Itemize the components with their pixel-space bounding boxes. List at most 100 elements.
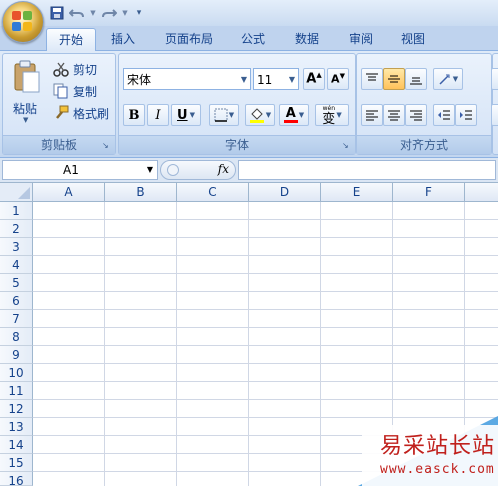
formula-bar: A1 ▼ fx bbox=[0, 158, 498, 183]
column-header-b[interactable]: B bbox=[105, 183, 177, 202]
tab-home[interactable]: 开始 bbox=[46, 28, 96, 51]
alignment-group: ▼ 对齐方式 bbox=[356, 53, 492, 155]
align-bottom-button[interactable] bbox=[405, 68, 427, 90]
column-header-e[interactable]: E bbox=[321, 183, 393, 202]
row-header[interactable]: 2 bbox=[0, 220, 33, 238]
tab-view[interactable]: 视图 bbox=[390, 28, 436, 50]
bold-button[interactable]: B bbox=[123, 104, 145, 126]
formula-bar-handle-icon[interactable] bbox=[167, 164, 179, 176]
column-header-g-partial[interactable] bbox=[465, 183, 498, 202]
formula-input[interactable] bbox=[238, 160, 496, 180]
chevron-down-icon: ▼ bbox=[240, 75, 247, 84]
chevron-down-icon: ▼ bbox=[146, 165, 153, 174]
copy-label: 复制 bbox=[73, 84, 98, 99]
chevron-down-icon: ▼ bbox=[298, 111, 305, 119]
align-top-icon bbox=[366, 73, 378, 81]
decrease-indent-icon bbox=[438, 110, 450, 120]
row-header[interactable]: 8 bbox=[0, 328, 33, 346]
row-header[interactable]: 10 bbox=[0, 364, 33, 382]
quick-access-toolbar: ▼ ▼ ▾ bbox=[48, 3, 146, 23]
row-header[interactable]: 9 bbox=[0, 346, 33, 364]
clipboard-group-label: 剪贴板 bbox=[3, 135, 115, 154]
ribbon: 粘贴 ▼ 剪切 复制 格式刷 剪贴板 ↘ 宋体 ▼ 11 ▼ A▲ A▼ B I… bbox=[0, 51, 498, 158]
clipboard-group: 粘贴 ▼ 剪切 复制 格式刷 剪贴板 ↘ bbox=[2, 53, 116, 155]
office-logo-icon bbox=[12, 11, 34, 33]
customize-qat-button[interactable]: ▾ bbox=[132, 4, 146, 22]
font-family-combo[interactable]: 宋体 ▼ bbox=[123, 68, 251, 90]
increase-indent-button[interactable] bbox=[455, 104, 477, 126]
row-header[interactable]: 13 bbox=[0, 418, 33, 436]
tab-insert[interactable]: 插入 bbox=[100, 28, 146, 50]
column-header-a[interactable]: A bbox=[33, 183, 105, 202]
format-painter-button[interactable]: 格式刷 bbox=[53, 102, 109, 124]
cut-label: 剪切 bbox=[73, 62, 98, 77]
insert-function-button[interactable]: fx bbox=[218, 162, 229, 176]
tab-page-layout[interactable]: 页面布局 bbox=[154, 28, 224, 50]
align-left-icon bbox=[366, 110, 378, 121]
merge-button[interactable] bbox=[491, 104, 498, 126]
decrease-indent-button[interactable] bbox=[433, 104, 455, 126]
select-all-corner[interactable] bbox=[0, 183, 33, 202]
tab-formulas[interactable]: 公式 bbox=[230, 28, 276, 50]
undo-button[interactable] bbox=[68, 4, 86, 22]
font-launcher-icon[interactable]: ↘ bbox=[342, 141, 352, 151]
fill-color-button[interactable]: ▼ bbox=[245, 104, 275, 126]
font-color-button[interactable]: A ▼ bbox=[279, 104, 309, 126]
shrink-font-button[interactable]: A▼ bbox=[327, 68, 349, 90]
row-header[interactable]: 15 bbox=[0, 454, 33, 472]
borders-button[interactable]: ▼ bbox=[209, 104, 239, 126]
font-size-combo[interactable]: 11 ▼ bbox=[253, 68, 299, 90]
row-header[interactable]: 3 bbox=[0, 238, 33, 256]
redo-button[interactable] bbox=[100, 4, 118, 22]
align-center-icon bbox=[388, 110, 400, 121]
save-icon bbox=[50, 6, 64, 20]
text-orientation-icon bbox=[439, 74, 450, 85]
row-header[interactable]: 14 bbox=[0, 436, 33, 454]
column-header-d[interactable]: D bbox=[249, 183, 321, 202]
italic-button[interactable]: I bbox=[147, 104, 169, 126]
row-header[interactable]: 1 bbox=[0, 202, 33, 220]
scissors-icon bbox=[53, 62, 69, 77]
paste-dropdown-icon: ▼ bbox=[23, 116, 29, 124]
phonetic-button[interactable]: wén 变 ▼ bbox=[315, 104, 349, 126]
row-header[interactable]: 11 bbox=[0, 382, 33, 400]
tab-data[interactable]: 数据 bbox=[284, 28, 330, 50]
align-middle-icon bbox=[388, 75, 400, 83]
office-button[interactable] bbox=[2, 1, 44, 43]
cut-button[interactable]: 剪切 bbox=[53, 58, 97, 80]
tab-review[interactable]: 审阅 bbox=[338, 28, 384, 50]
align-bottom-icon bbox=[410, 77, 422, 85]
row-header[interactable]: 6 bbox=[0, 292, 33, 310]
borders-icon bbox=[214, 108, 228, 122]
insert-function-area: fx bbox=[160, 160, 236, 180]
row-header[interactable]: 4 bbox=[0, 256, 33, 274]
paste-button[interactable]: 粘贴 ▼ bbox=[9, 58, 43, 128]
align-top-button[interactable] bbox=[361, 68, 383, 90]
column-header-f[interactable]: F bbox=[393, 183, 465, 202]
redo-dropdown[interactable]: ▼ bbox=[120, 4, 130, 22]
align-middle-button[interactable] bbox=[383, 68, 405, 90]
undo-dropdown[interactable]: ▼ bbox=[88, 4, 98, 22]
font-color-icon: A bbox=[283, 105, 298, 123]
save-button[interactable] bbox=[48, 4, 66, 22]
underline-button[interactable]: U ▼ bbox=[171, 104, 201, 126]
copy-button[interactable]: 复制 bbox=[53, 80, 97, 102]
format-painter-icon bbox=[56, 105, 69, 119]
row-header[interactable]: 7 bbox=[0, 310, 33, 328]
row-header[interactable]: 5 bbox=[0, 274, 33, 292]
orientation-button[interactable]: ▼ bbox=[433, 68, 463, 90]
clipboard-launcher-icon[interactable]: ↘ bbox=[102, 141, 112, 151]
name-box[interactable]: A1 ▼ bbox=[2, 160, 158, 180]
wrap-text-button[interactable] bbox=[491, 68, 498, 90]
font-family-value: 宋体 bbox=[127, 73, 152, 87]
shrink-font-icon: A▼ bbox=[331, 72, 345, 86]
grow-font-button[interactable]: A▲ bbox=[303, 68, 325, 90]
align-right-button[interactable] bbox=[405, 104, 427, 126]
row-header[interactable]: 16 bbox=[0, 472, 33, 488]
column-header-c[interactable]: C bbox=[177, 183, 249, 202]
align-center-button[interactable] bbox=[383, 104, 405, 126]
align-left-button[interactable] bbox=[361, 104, 383, 126]
row-header[interactable]: 12 bbox=[0, 400, 33, 418]
watermark-url: www.easck.com bbox=[380, 462, 495, 477]
font-group-label: 字体 bbox=[119, 135, 355, 154]
